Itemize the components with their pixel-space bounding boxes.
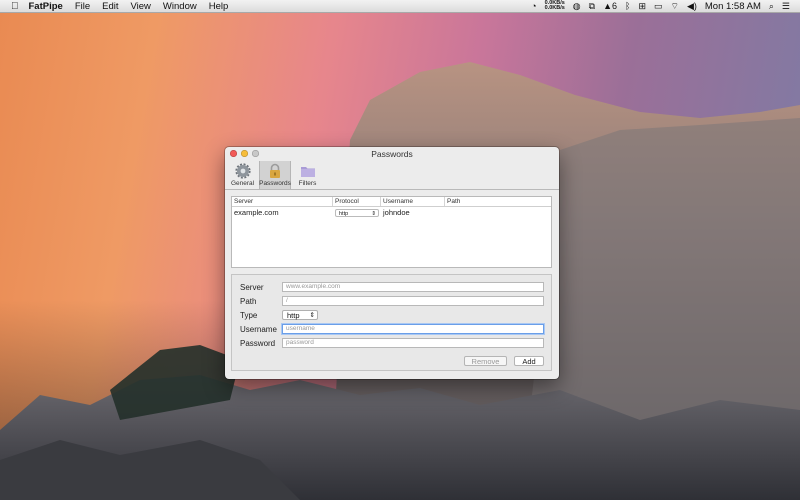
password-label: Password bbox=[240, 338, 276, 348]
close-button[interactable] bbox=[230, 150, 237, 157]
type-select[interactable]: http bbox=[282, 310, 318, 320]
type-label: Type bbox=[240, 310, 258, 320]
notification-count: 6 bbox=[612, 1, 618, 11]
menu-view[interactable]: View bbox=[131, 1, 151, 12]
zoom-button[interactable] bbox=[252, 150, 259, 157]
tab-filters-label: Filters bbox=[298, 180, 317, 187]
preferences-toolbar: General Passwords Filters bbox=[225, 161, 559, 190]
wifi-icon[interactable]: ⌔ bbox=[671, 1, 679, 12]
gear-icon bbox=[234, 163, 251, 179]
add-password-form: Server www.example.com Path / Type http … bbox=[231, 274, 552, 371]
column-username[interactable]: Username bbox=[381, 197, 445, 206]
adobe-icon[interactable]: ▲6 bbox=[603, 1, 617, 11]
battery-icon[interactable]: ▭ bbox=[654, 1, 663, 12]
add-button[interactable]: Add bbox=[514, 356, 544, 366]
tab-general[interactable]: General bbox=[229, 161, 256, 189]
password-row: Password password bbox=[240, 338, 544, 348]
cell-username: johndoe bbox=[383, 208, 410, 217]
volume-icon[interactable]: ◀) bbox=[687, 1, 697, 12]
title-bar[interactable]: Passwords bbox=[225, 147, 559, 161]
menu-window[interactable]: Window bbox=[163, 1, 197, 12]
menu-edit[interactable]: Edit bbox=[102, 1, 118, 12]
column-server[interactable]: Server bbox=[232, 197, 333, 206]
lock-icon bbox=[270, 163, 280, 178]
spotlight-search-icon[interactable]: ⌕ bbox=[769, 1, 774, 12]
tab-filters[interactable]: Filters bbox=[294, 161, 321, 189]
tab-passwords-label: Passwords bbox=[259, 180, 291, 187]
minimize-button[interactable] bbox=[241, 150, 248, 157]
type-row: Type http bbox=[240, 310, 318, 320]
username-field[interactable]: username bbox=[282, 324, 544, 334]
menu-app-name[interactable]: FatPipe bbox=[29, 1, 63, 12]
notification-center-icon[interactable]: ☰ bbox=[782, 1, 790, 12]
server-label: Server bbox=[240, 282, 264, 292]
dropbox-icon[interactable]: ⊞ bbox=[638, 1, 646, 12]
window-icon[interactable]: ⧉ bbox=[589, 1, 595, 12]
tab-general-label: General bbox=[230, 180, 255, 187]
column-protocol[interactable]: Protocol bbox=[333, 197, 381, 206]
tab-passwords[interactable]: Passwords bbox=[259, 161, 291, 189]
net-down: 0.0KB/s bbox=[544, 5, 565, 11]
server-field[interactable]: www.example.com bbox=[282, 282, 544, 292]
network-monitor[interactable]: 0.0KB/s 0.0KB/s bbox=[544, 0, 565, 12]
username-label: Username bbox=[240, 324, 277, 334]
path-field[interactable]: / bbox=[282, 296, 544, 306]
passwords-table[interactable]: Server Protocol Username Path example.co… bbox=[231, 196, 552, 268]
path-row: Path / bbox=[240, 296, 544, 306]
speedometer-icon[interactable]: ◔ bbox=[531, 1, 536, 11]
protocol-popup[interactable]: http bbox=[335, 209, 379, 218]
cell-protocol: http bbox=[333, 207, 381, 218]
column-path[interactable]: Path bbox=[445, 197, 551, 206]
globe-icon[interactable]: ◍ bbox=[573, 1, 581, 12]
username-row: Username username bbox=[240, 324, 544, 334]
clock[interactable]: Mon 1:58 AM bbox=[705, 1, 761, 12]
menu-bar:  FatPipe File Edit View Window Help ◔ 0… bbox=[0, 0, 800, 13]
folder-icon bbox=[300, 167, 315, 177]
passwords-window: Passwords General Passwords Filters Serv… bbox=[225, 147, 559, 379]
path-label: Path bbox=[240, 296, 257, 306]
cell-path bbox=[445, 207, 551, 218]
menu-file[interactable]: File bbox=[75, 1, 90, 12]
table-header: Server Protocol Username Path bbox=[232, 197, 551, 207]
cell-server: example.com bbox=[234, 208, 279, 217]
apple-menu-icon[interactable]:  bbox=[11, 1, 19, 12]
table-row[interactable]: example.com http johndoe bbox=[232, 207, 551, 218]
remove-button[interactable]: Remove bbox=[464, 356, 507, 366]
server-row: Server www.example.com bbox=[240, 282, 544, 292]
menu-help[interactable]: Help bbox=[209, 1, 229, 12]
bluetooth-icon[interactable]: ᛒ bbox=[625, 1, 630, 11]
window-title: Passwords bbox=[371, 149, 413, 159]
password-field[interactable]: password bbox=[282, 338, 544, 348]
